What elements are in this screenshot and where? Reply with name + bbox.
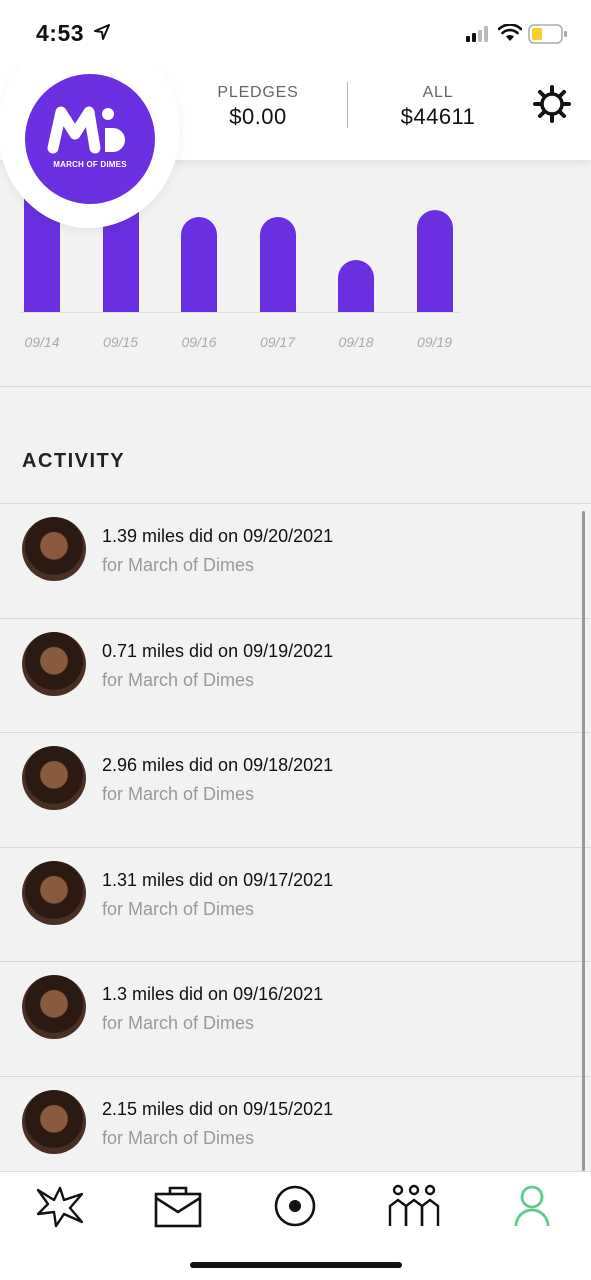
all-label: ALL	[422, 84, 454, 101]
activity-subtitle: for March of Dimes	[102, 1013, 255, 1033]
activity-list[interactable]: 1.39 miles did on 09/20/2021 for March of…	[0, 503, 591, 1190]
chart-bar	[181, 217, 217, 312]
record-icon[interactable]	[265, 1184, 325, 1228]
status-time: 4:53	[36, 20, 85, 46]
status-bar: 4:53	[0, 0, 591, 64]
location-arrow-icon	[94, 24, 110, 40]
chart-x-label: 09/18	[338, 334, 374, 350]
wifi-icon	[498, 24, 522, 41]
profile-icon[interactable]	[502, 1184, 562, 1228]
chart-baseline	[20, 312, 460, 313]
march-of-dimes-logo: MARCH OF DIMES	[25, 74, 155, 204]
activity-subtitle: for March of Dimes	[102, 1127, 255, 1148]
home-indicator	[190, 1262, 402, 1268]
chart-x-label: 09/19	[416, 334, 453, 350]
list-item[interactable]: 2.96 miles did on 09/18/2021 for March of…	[0, 732, 591, 847]
activity-subtitle: for March of Dimes	[102, 669, 255, 690]
avatar	[22, 1089, 86, 1154]
battery-icon	[528, 24, 567, 44]
activity-title: 1.39 miles did on 09/20/2021	[102, 526, 334, 546]
chart-x-label: 09/15	[102, 334, 139, 350]
list-item[interactable]: 1.39 miles did on 09/20/2021 for March of…	[0, 503, 591, 618]
avatar	[22, 517, 86, 581]
activity-heading: ACTIVITY	[22, 450, 126, 472]
activity-title: 2.15 miles did on 09/15/2021	[102, 1098, 334, 1119]
list-item[interactable]: 0.71 miles did on 09/19/2021 for March of…	[0, 617, 591, 733]
chart-x-label: 09/16	[181, 334, 217, 350]
avatar	[22, 746, 86, 810]
pledges-stat: PLEDGES $0.00	[208, 84, 308, 130]
pledges-label: PLEDGES	[217, 84, 299, 101]
activity-title: 2.96 miles did on 09/18/2021	[102, 755, 334, 775]
list-item[interactable]: 1.3 miles did on 09/16/2021 for March of …	[0, 961, 591, 1076]
chart-x-label: 09/17	[259, 334, 296, 350]
activity-subtitle: for March of Dimes	[102, 898, 255, 919]
chart-bar	[416, 210, 453, 312]
briefcase-icon[interactable]	[148, 1184, 208, 1228]
settings-gear-icon[interactable]	[532, 84, 572, 124]
avatar	[22, 631, 86, 696]
team-icon[interactable]	[384, 1184, 444, 1228]
md-monogram-icon	[47, 106, 125, 154]
activity-subtitle: for March of Dimes	[102, 784, 255, 804]
activity-title: 0.71 miles did on 09/19/2021	[102, 640, 334, 661]
chart-divider	[0, 386, 591, 387]
avatar	[22, 975, 86, 1039]
chart-bar	[259, 216, 296, 312]
activity-subtitle: for March of Dimes	[102, 555, 255, 575]
header-divider	[347, 82, 348, 128]
chart-x-label: 09/14	[24, 334, 60, 350]
chart-bar	[338, 260, 374, 312]
burst-icon[interactable]	[30, 1184, 90, 1228]
activity-title: 1.3 miles did on 09/16/2021	[102, 984, 324, 1004]
all-stat: ALL $44611	[388, 84, 488, 130]
avatar	[22, 860, 86, 925]
logo-text: MARCH OF DIMES	[53, 160, 127, 169]
all-value: $44611	[400, 104, 476, 129]
pledges-value: $0.00	[229, 104, 287, 129]
activity-title: 1.31 miles did on 09/17/2021	[102, 869, 334, 890]
scrollbar[interactable]	[582, 511, 585, 1171]
list-item[interactable]: 1.31 miles did on 09/17/2021 for March of…	[0, 846, 591, 962]
signal-icon	[466, 26, 488, 42]
